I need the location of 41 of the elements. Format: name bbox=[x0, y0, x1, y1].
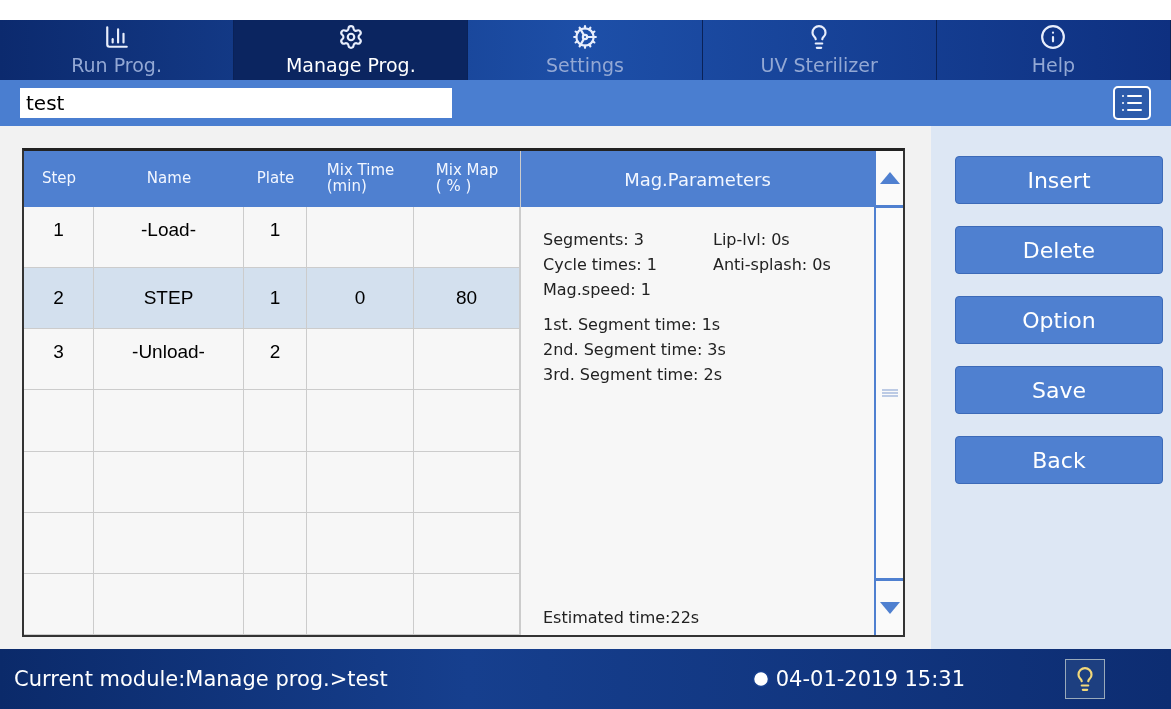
table-cell: 1 bbox=[244, 268, 307, 330]
table-cell: 2 bbox=[244, 329, 307, 391]
column-header: Mag.Parameters bbox=[521, 151, 874, 207]
table-cell: 3 bbox=[24, 329, 94, 391]
table-cell: STEP bbox=[94, 268, 244, 330]
current-module-text: Current module:Manage prog.>test bbox=[14, 667, 389, 691]
bar-chart-icon bbox=[103, 24, 130, 50]
column-header: Step bbox=[24, 151, 94, 207]
parameter-text: Segments: 3 bbox=[543, 229, 645, 251]
nav-tab[interactable]: Manage Prog. bbox=[234, 20, 469, 80]
table-cell: 0 bbox=[307, 268, 414, 330]
gear-icon bbox=[337, 24, 364, 50]
action-button[interactable]: Delete bbox=[955, 226, 1163, 274]
table-cell: 80 bbox=[414, 268, 520, 330]
column-header: Name bbox=[94, 151, 244, 207]
column-header: Mix Time (min) bbox=[307, 151, 414, 207]
up-arrow-icon[interactable] bbox=[879, 172, 900, 184]
down-arrow-icon[interactable] bbox=[879, 602, 900, 614]
info-icon bbox=[1040, 24, 1067, 50]
column-header: Plate bbox=[244, 151, 307, 207]
parameter-text: Anti-splash: 0s bbox=[713, 254, 832, 276]
segment-time-text: 2nd. Segment time: 3s bbox=[543, 339, 727, 361]
list-button[interactable] bbox=[1113, 86, 1151, 120]
parameter-text: Lip-lvl: 0s bbox=[713, 229, 791, 251]
date-time-text: 04-01-2019 15:31 bbox=[775, 667, 965, 691]
parameter-text: Mag.speed: 1 bbox=[543, 279, 652, 301]
table-cell: -Unload- bbox=[94, 329, 244, 391]
action-button[interactable]: Save bbox=[955, 366, 1163, 414]
action-button[interactable]: Back bbox=[955, 436, 1163, 484]
column-header: Mix Map ( % ) bbox=[414, 151, 520, 207]
estimated-time-text: Estimated time:22s bbox=[543, 608, 701, 627]
settings-icon bbox=[572, 24, 598, 50]
segment-time-text: 3rd. Segment time: 2s bbox=[543, 364, 724, 386]
lightbulb-button[interactable] bbox=[1065, 659, 1105, 699]
table-cell: 2 bbox=[24, 268, 94, 330]
action-button[interactable]: Option bbox=[955, 296, 1163, 344]
action-button[interactable]: Insert bbox=[955, 156, 1163, 204]
program-name-field[interactable]: test bbox=[20, 88, 452, 118]
parameter-text: Cycle times: 1 bbox=[543, 254, 658, 276]
scroll-grip-icon[interactable] bbox=[881, 388, 898, 398]
segment-time-text: 1st. Segment time: 1s bbox=[543, 314, 722, 336]
